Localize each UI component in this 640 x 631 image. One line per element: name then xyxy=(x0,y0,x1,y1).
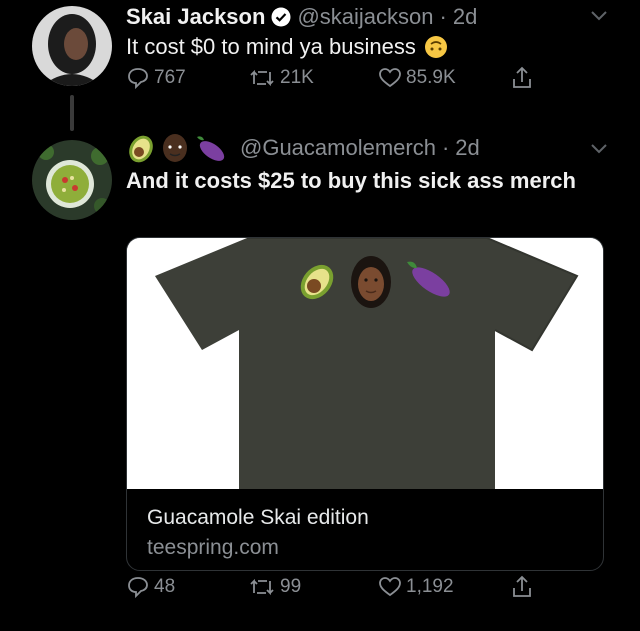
like-icon xyxy=(379,68,401,88)
chevron-down-icon[interactable] xyxy=(590,10,608,22)
retweet-button[interactable]: 21K xyxy=(248,66,314,90)
reply-button[interactable]: 48 xyxy=(126,575,175,599)
avocado-icon xyxy=(129,135,153,163)
handle[interactable]: @Guacamolemerch xyxy=(240,135,436,161)
eggplant-icon xyxy=(197,136,225,161)
share-button[interactable] xyxy=(510,65,538,91)
face-icon xyxy=(163,134,187,162)
upside-down-smile-icon xyxy=(424,36,447,58)
tweet-header: Skai Jackson @skaijackson · 2d xyxy=(126,4,477,30)
avatar[interactable] xyxy=(32,140,112,220)
chevron-down-icon[interactable] xyxy=(590,143,608,155)
retweet-button[interactable]: 99 xyxy=(248,575,301,599)
reply-button[interactable]: 767 xyxy=(126,66,186,90)
timestamp[interactable]: 2d xyxy=(455,135,479,161)
share-icon xyxy=(513,66,531,88)
like-button[interactable]: 1,192 xyxy=(378,575,454,599)
like-count: 1,192 xyxy=(406,576,454,597)
verified-badge-icon xyxy=(271,7,291,27)
share-icon xyxy=(513,575,531,597)
reply-count: 767 xyxy=(154,67,186,88)
timestamp[interactable]: 2d xyxy=(453,4,477,30)
retweet-count: 21K xyxy=(280,67,314,88)
tweet-text: It cost $0 to mind ya business xyxy=(126,34,416,59)
tweet-text: And it costs $25 to buy this sick ass me… xyxy=(126,168,576,193)
card-domain: teespring.com xyxy=(147,536,279,559)
display-name[interactable]: Skai Jackson xyxy=(126,4,265,30)
tweet-skai-jackson[interactable]: Skai Jackson @skaijackson · 2d It cost $… xyxy=(0,0,640,131)
tweet-header: @Guacamolemerch · 2d xyxy=(126,131,480,165)
separator-dot: · xyxy=(439,4,447,29)
handle[interactable]: @skaijackson xyxy=(297,4,433,30)
card-image xyxy=(127,238,603,489)
thread-line xyxy=(70,95,74,131)
avatar[interactable] xyxy=(32,6,112,86)
like-count: 85.9K xyxy=(406,67,456,88)
tweet-text-row: It cost $0 to mind ya business xyxy=(126,32,448,62)
reply-icon xyxy=(128,68,148,90)
tshirt-image xyxy=(127,238,603,489)
like-button[interactable]: 85.9K xyxy=(378,66,456,90)
card-title: Guacamole Skai edition xyxy=(147,506,369,529)
retweet-count: 99 xyxy=(280,576,302,597)
link-card[interactable]: Guacamole Skai edition teespring.com xyxy=(126,237,604,571)
retweet-icon xyxy=(250,69,274,87)
separator-dot: · xyxy=(441,135,450,160)
retweet-icon xyxy=(250,578,274,596)
reply-count: 48 xyxy=(154,576,176,597)
like-icon xyxy=(379,577,401,597)
reply-icon xyxy=(128,577,148,599)
share-button[interactable] xyxy=(510,574,538,600)
